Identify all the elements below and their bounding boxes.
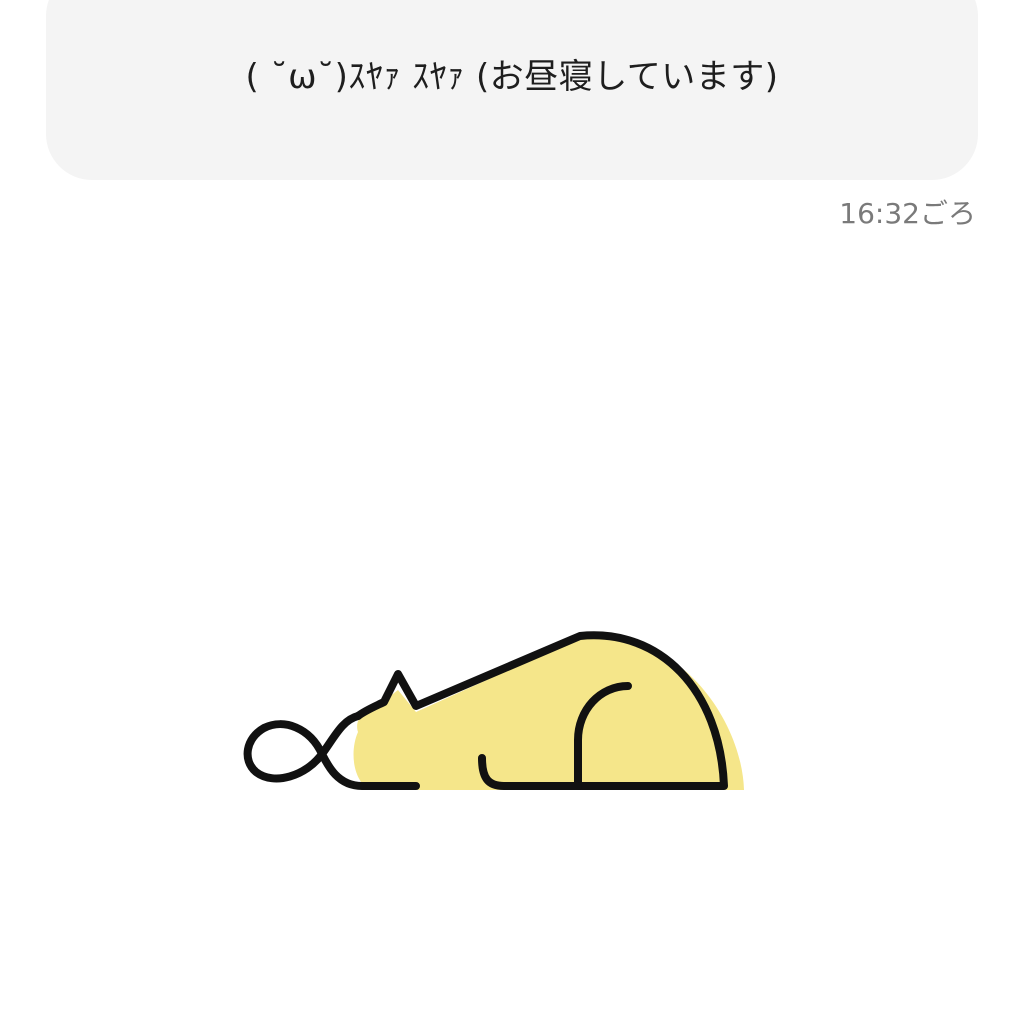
sleeping-cat-icon	[230, 620, 760, 810]
cat-body-fill	[353, 636, 744, 790]
message-timestamp: 16:32ごろ	[839, 197, 976, 230]
chat-screen: ( ˘ω˘)ｽﾔｧ ｽﾔｧ (お昼寝しています) 16:32ごろ	[0, 0, 1024, 1024]
message-text: ( ˘ω˘)ｽﾔｧ ｽﾔｧ (お昼寝しています)	[245, 57, 779, 97]
message-bubble[interactable]: ( ˘ω˘)ｽﾔｧ ｽﾔｧ (お昼寝しています)	[46, 0, 978, 180]
